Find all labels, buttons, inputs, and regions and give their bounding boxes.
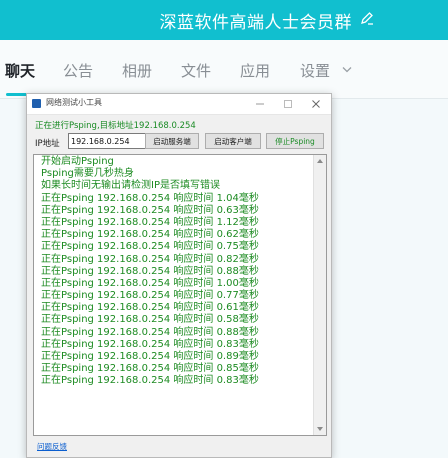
chat-header: 深蓝软件高端人士会员群 [0, 0, 448, 40]
group-title: 深蓝软件高端人士会员群 [159, 13, 352, 33]
tab-files[interactable]: 文件 [181, 60, 211, 81]
log-line: 正在Psping 192.168.0.254 响应时间 0.61毫秒 [41, 302, 259, 314]
log-line: 正在Psping 192.168.0.254 响应时间 1.12毫秒 [41, 216, 259, 228]
log-line: 正在Psping 192.168.0.254 响应时间 0.82毫秒 [41, 253, 259, 265]
status-text: 正在进行Psping,目标地址192.168.0.254 [35, 121, 196, 131]
ip-input[interactable] [68, 133, 146, 149]
log-line: 正在Psping 192.168.0.254 响应时间 0.88毫秒 [41, 326, 259, 338]
tab-apps[interactable]: 应用 [240, 60, 270, 81]
log-line: 正在Psping 192.168.0.254 响应时间 0.88毫秒 [41, 265, 259, 277]
scroll-down-icon[interactable] [317, 427, 323, 431]
tab-settings[interactable]: 设置 [300, 60, 330, 81]
close-icon[interactable] [311, 99, 321, 109]
log-line: 正在Psping 192.168.0.254 响应时间 1.04毫秒 [41, 192, 259, 204]
log-line: 正在Psping 192.168.0.254 响应时间 0.58毫秒 [41, 314, 259, 326]
scroll-up-icon[interactable] [317, 159, 323, 163]
network-test-window: 网络测试小工具 正在进行Psping,目标地址192.168.0.254 IP地… [26, 93, 332, 458]
tab-chat[interactable]: 聊天 [5, 60, 35, 81]
log-line: 正在Psping 192.168.0.254 响应时间 0.89毫秒 [41, 351, 259, 362]
tab-album[interactable]: 相册 [122, 60, 152, 81]
log-output[interactable]: 开始启动Psping Psping需要几秒热身 如果长时间无输出请检测IP是否填写错… [33, 154, 327, 436]
tab-announcements[interactable]: 公告 [63, 60, 93, 81]
log-line: 正在Psping 192.168.0.254 响应时间 0.83毫秒 [41, 375, 259, 387]
window-titlebar[interactable]: 网络测试小工具 [27, 94, 331, 115]
log-lines: 开始启动Psping Psping需要几秒热身 如果长时间无输出请检测IP是否填写错… [41, 156, 259, 388]
chevron-down-icon[interactable] [342, 66, 352, 73]
chat-tabs: 聊天 公告 相册 文件 应用 设置 [0, 40, 448, 99]
log-scrollbar[interactable] [313, 155, 326, 435]
log-line: 正在Psping 192.168.0.254 响应时间 0.83毫秒 [41, 338, 259, 350]
maximize-icon[interactable] [283, 99, 293, 109]
start-client-button[interactable]: 启动客户端 [205, 133, 261, 149]
ip-label: IP地址 [35, 139, 60, 149]
stop-psping-button[interactable]: 停止Psping [266, 133, 324, 149]
log-line: Psping需要几秒热身 [41, 168, 134, 180]
start-server-button[interactable]: 启动服务端 [145, 133, 199, 149]
log-line: 正在Psping 192.168.0.254 响应时间 0.75毫秒 [41, 241, 259, 253]
app-icon [32, 99, 41, 108]
log-line: 开始启动Psping [41, 156, 114, 167]
log-line: 正在Psping 192.168.0.254 响应时间 0.85毫秒 [41, 363, 259, 375]
log-line: 正在Psping 192.168.0.254 响应时间 0.77毫秒 [41, 290, 259, 302]
window-title: 网络测试小工具 [46, 98, 102, 107]
log-line: 正在Psping 192.168.0.254 响应时间 0.62毫秒 [41, 229, 259, 241]
log-line: 正在Psping 192.168.0.254 响应时间 0.63毫秒 [41, 204, 259, 216]
edit-icon[interactable] [359, 10, 375, 26]
minimize-icon[interactable] [255, 99, 265, 109]
log-line: 如果长时间无输出请检测IP是否填写错误 [41, 180, 220, 192]
feedback-link[interactable]: 问题反馈 [37, 441, 67, 452]
log-line: 正在Psping 192.168.0.254 响应时间 1.00毫秒 [41, 277, 259, 289]
